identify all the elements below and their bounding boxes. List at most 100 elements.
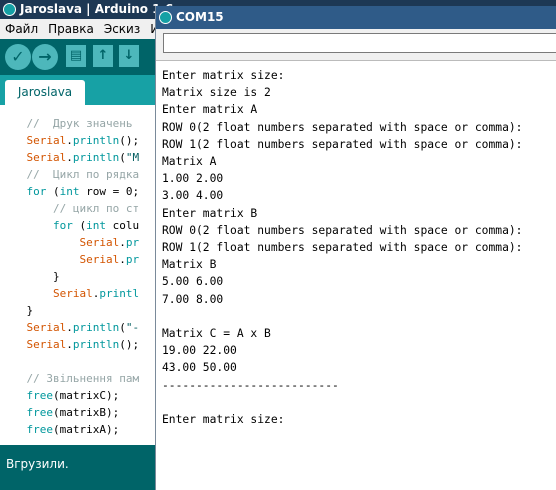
code-token: . bbox=[66, 338, 73, 351]
code-line: // цикл по ст bbox=[0, 200, 139, 217]
serial-output-line: Enter matrix B bbox=[162, 206, 258, 220]
code-token: . bbox=[119, 236, 126, 249]
code-line: } bbox=[0, 302, 33, 319]
code-line: Serial.println(); bbox=[0, 336, 139, 353]
serial-output-line: 43.00 50.00 bbox=[162, 361, 237, 375]
code-token: (matrixC); bbox=[52, 389, 120, 402]
serial-output-line: ROW 1(2 float numbers separated with spa… bbox=[162, 137, 523, 151]
arduino-logo-icon bbox=[3, 3, 16, 16]
serial-title-bar: COM15 bbox=[156, 6, 556, 29]
code-line: // Звільнення пам bbox=[0, 370, 139, 387]
code-line: } bbox=[0, 268, 60, 285]
menu-edit[interactable]: Правка bbox=[43, 19, 99, 39]
code-token: // Друк значень bbox=[0, 117, 133, 130]
code-line: Serial.printl bbox=[0, 285, 139, 302]
code-token: free bbox=[0, 423, 53, 436]
menu-sketch[interactable]: Эскиз bbox=[99, 19, 145, 39]
code-token: // Звільнення пам bbox=[0, 372, 140, 385]
code-token: printl bbox=[99, 287, 140, 300]
serial-output-line: Matrix C = A x B bbox=[162, 327, 271, 340]
code-line: for (int row = 0; bbox=[0, 183, 139, 200]
serial-send-input[interactable] bbox=[163, 33, 556, 53]
code-line: for (int colu bbox=[0, 217, 139, 234]
code-token: } bbox=[0, 304, 34, 317]
open-sketch-button[interactable]: ↑ bbox=[93, 45, 113, 67]
code-token: pr bbox=[125, 236, 140, 249]
code-token: ( bbox=[46, 185, 60, 198]
code-line: Serial.pr bbox=[0, 251, 139, 268]
tab-sketch[interactable]: Jaroslava bbox=[5, 80, 85, 105]
code-token: Serial bbox=[0, 151, 67, 164]
code-token: row = 0; bbox=[79, 185, 140, 198]
code-token: (); bbox=[119, 338, 140, 351]
code-token: Serial bbox=[0, 253, 120, 266]
code-line: Serial.println("- bbox=[0, 319, 139, 336]
code-token: // цикл по ст bbox=[0, 202, 140, 215]
code-token: ( bbox=[72, 219, 87, 232]
code-token: (matrixB); bbox=[52, 406, 120, 419]
code-token: } bbox=[0, 270, 60, 283]
code-token: . bbox=[66, 321, 73, 334]
arduino-logo-icon bbox=[159, 11, 172, 24]
code-line: free(matrixB); bbox=[0, 404, 119, 421]
new-sketch-button[interactable]: ▤ bbox=[66, 45, 86, 67]
code-token: println bbox=[72, 338, 120, 351]
code-token: // Цикл по рядка bbox=[0, 168, 140, 181]
code-line: // Друк значень bbox=[0, 115, 132, 132]
code-token: free bbox=[0, 406, 53, 419]
serial-output-line: 3.00 4.00 bbox=[162, 189, 224, 203]
code-token: "- bbox=[125, 321, 140, 334]
code-token: (matrixA); bbox=[52, 423, 120, 436]
code-token: free bbox=[0, 389, 53, 402]
serial-title: COM15 bbox=[176, 10, 224, 24]
code-token: Serial bbox=[0, 287, 93, 300]
code-line: free(matrixC); bbox=[0, 387, 119, 404]
code-token: Serial bbox=[0, 321, 67, 334]
code-token: colu bbox=[105, 219, 140, 232]
code-token: int bbox=[59, 185, 80, 198]
serial-output-line: 1.00 2.00 bbox=[162, 172, 224, 186]
code-token: Serial bbox=[0, 236, 120, 249]
code-token: Serial bbox=[0, 338, 67, 351]
code-token: ( bbox=[119, 321, 126, 334]
code-token: ( bbox=[119, 151, 126, 164]
code-token: println bbox=[72, 151, 120, 164]
serial-output-line: ROW 0(2 float numbers separated with spa… bbox=[162, 223, 523, 237]
serial-output-line: Matrix size is 2 bbox=[162, 86, 271, 100]
serial-output-line: -------------------------- bbox=[162, 378, 339, 392]
serial-output-line: ROW 1(2 float numbers separated with spa… bbox=[162, 241, 523, 254]
serial-input-bar bbox=[156, 29, 556, 61]
code-token: int bbox=[86, 219, 106, 232]
code-line: free(matrixA); bbox=[0, 421, 119, 438]
code-token: println bbox=[72, 321, 120, 334]
code-line: Serial.println(); bbox=[0, 132, 139, 149]
serial-output-area[interactable]: Enter matrix size: Matrix size is 2 Enter … bbox=[156, 61, 556, 490]
code-token: pr bbox=[125, 253, 140, 266]
code-token: (); bbox=[119, 134, 140, 147]
code-token: for bbox=[0, 219, 73, 232]
code-token: Serial bbox=[0, 134, 67, 147]
code-token: . bbox=[119, 253, 126, 266]
serial-output-line: Enter matrix A bbox=[162, 103, 258, 117]
serial-output-line: 19.00 22.00 bbox=[162, 344, 237, 358]
serial-output-line: 7.00 8.00 bbox=[162, 292, 224, 306]
serial-output-line: Matrix A bbox=[162, 155, 217, 168]
verify-button[interactable]: ✓ bbox=[5, 44, 31, 70]
code-token: println bbox=[72, 134, 120, 147]
upload-button[interactable]: → bbox=[32, 44, 58, 70]
serial-output-line: 5.00 6.00 bbox=[162, 275, 224, 289]
serial-output-line: Enter matrix size: bbox=[162, 413, 285, 426]
code-token: "M bbox=[125, 151, 140, 164]
code-token: . bbox=[66, 134, 73, 147]
code-line: // Цикл по рядка bbox=[0, 166, 139, 183]
status-text: Вгрузили. bbox=[6, 457, 69, 471]
save-sketch-button[interactable]: ↓ bbox=[119, 45, 139, 67]
serial-output-line: Enter matrix size: bbox=[162, 69, 285, 82]
serial-output-line: Matrix B bbox=[162, 258, 217, 272]
menu-file[interactable]: Файл bbox=[0, 19, 43, 39]
code-line: Serial.println("M bbox=[0, 149, 139, 166]
code-line: Serial.pr bbox=[0, 234, 139, 251]
code-token: for bbox=[0, 185, 47, 198]
serial-monitor-window: COM15 Enter matrix size: Matrix size is 2… bbox=[155, 6, 556, 490]
code-token: . bbox=[66, 151, 73, 164]
